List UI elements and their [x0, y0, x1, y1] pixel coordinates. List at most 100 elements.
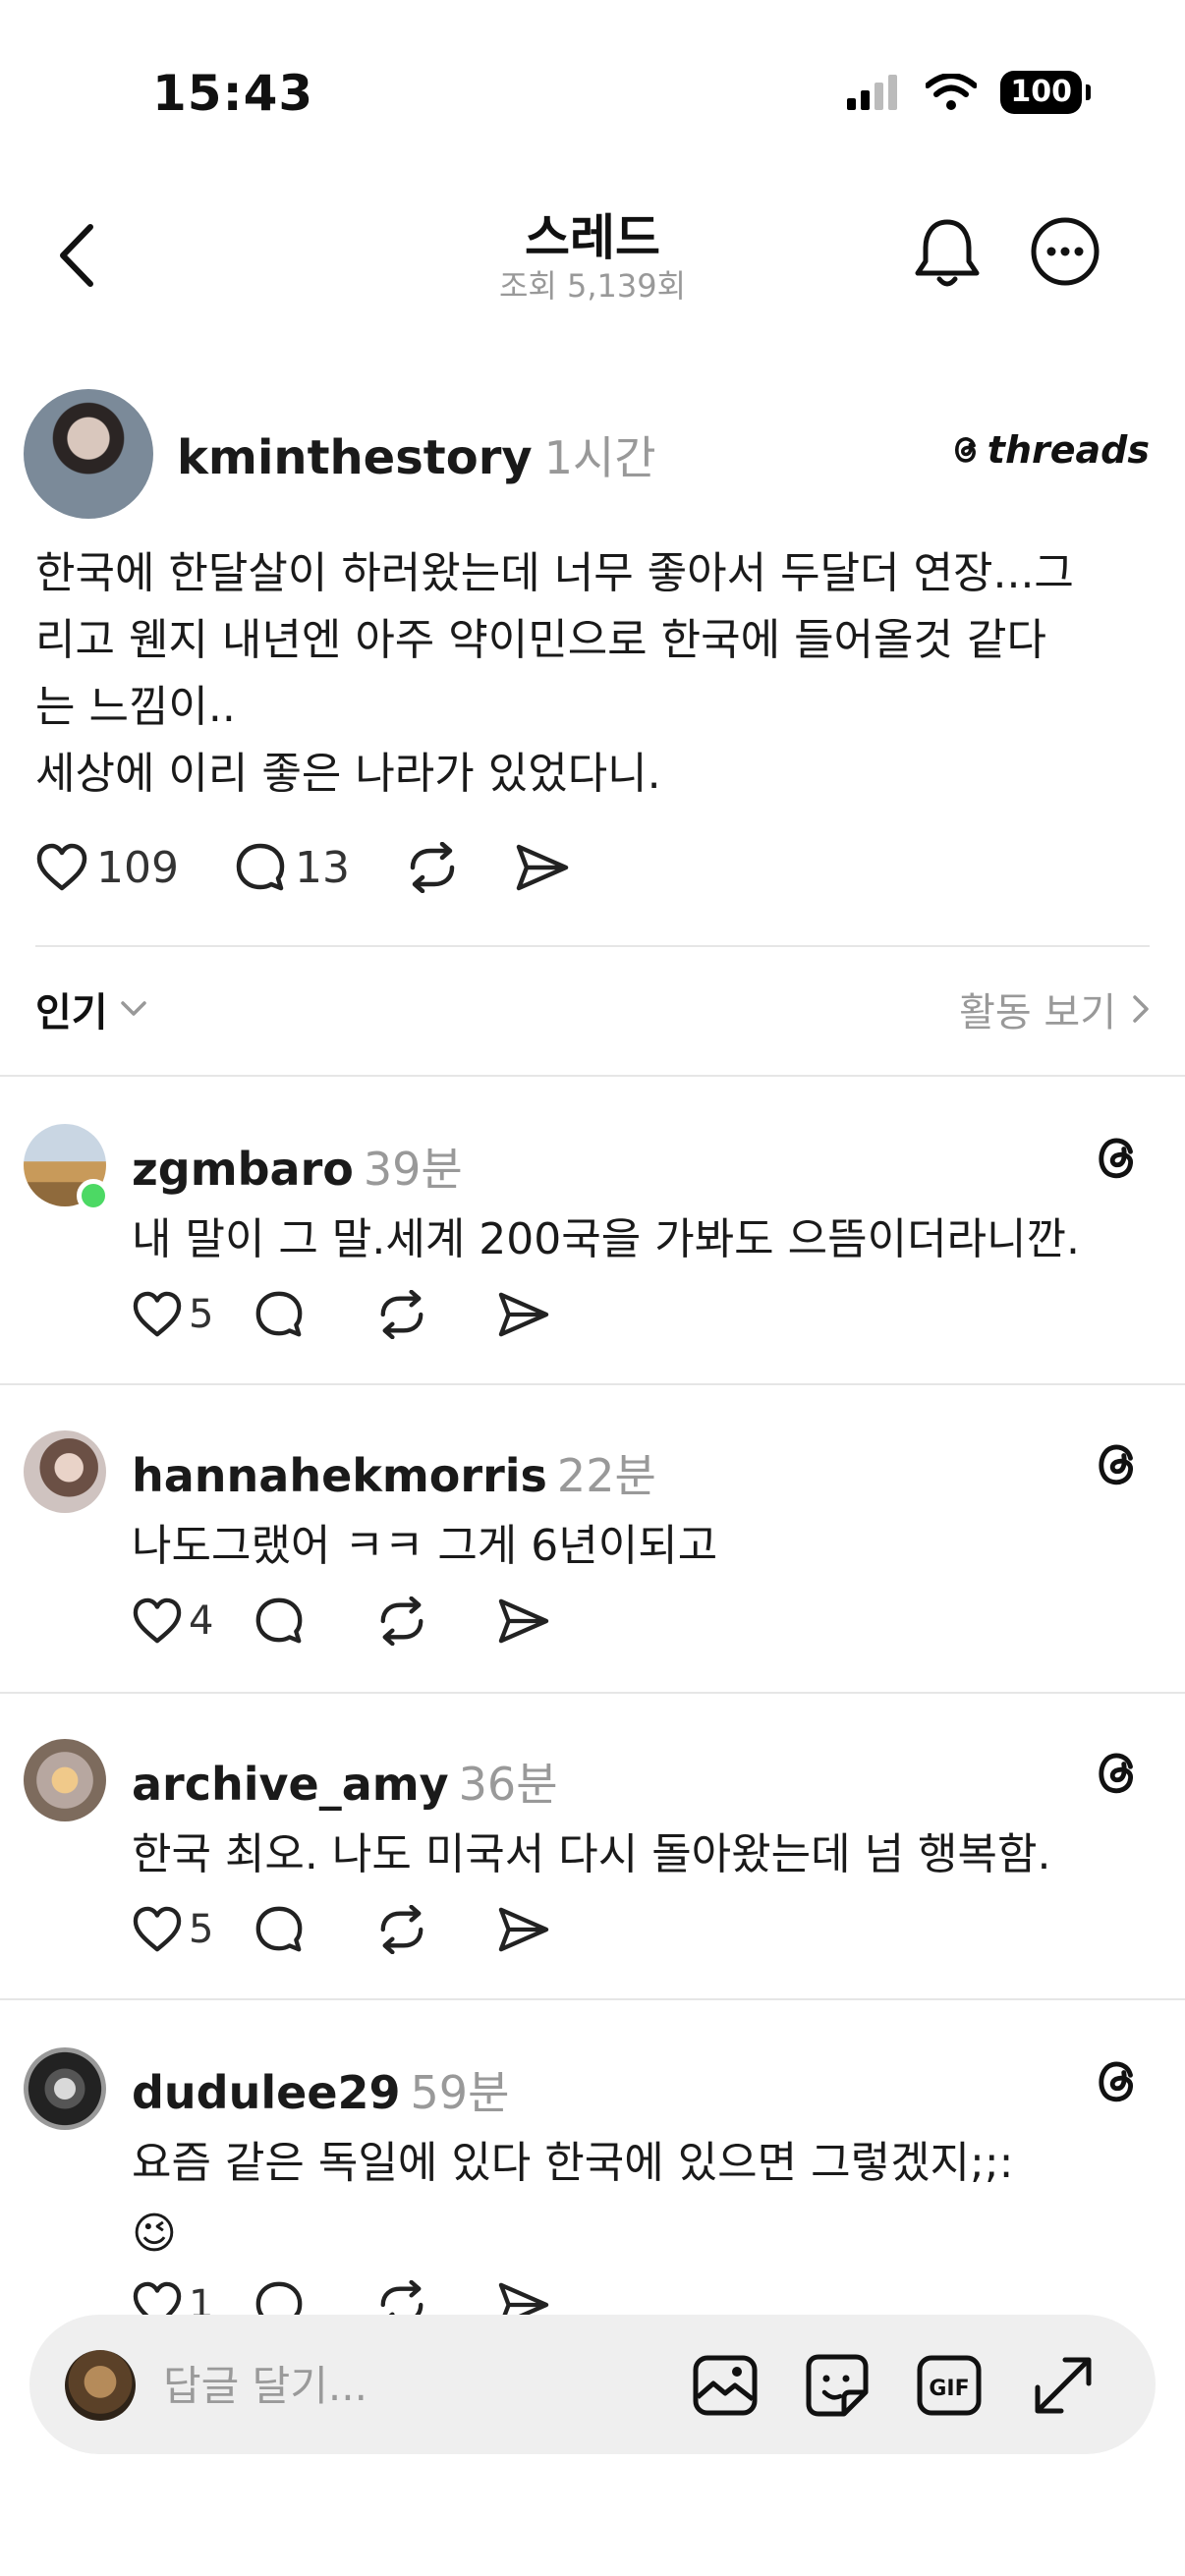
reply-username-text[interactable]: archive_amy	[132, 1758, 449, 1811]
header: 스레드 조회 5,139회	[0, 187, 1185, 324]
repost-icon	[380, 1290, 423, 1339]
reply-line: 요즘 같은 독일에 있다 한국에 있으면 그렇겠지;;:	[132, 2138, 1014, 2188]
comment-button[interactable]	[254, 1596, 375, 1647]
like-button[interactable]: 5	[132, 1906, 254, 1953]
more-options-button[interactable]	[1030, 216, 1100, 287]
comment-icon	[255, 1597, 303, 1644]
threads-icon	[1099, 1753, 1133, 1794]
threads-logo	[1091, 1132, 1144, 1189]
notification-button[interactable]	[912, 214, 983, 293]
comment-icon	[255, 2281, 303, 2315]
chevron-right-icon	[1133, 995, 1149, 1023]
threads-brand-logo: threads	[948, 428, 1150, 472]
share-button[interactable]	[497, 2281, 619, 2315]
sort-dropdown[interactable]: 인기	[35, 980, 147, 1037]
view-activity-link[interactable]: 활동 보기	[959, 980, 1150, 1037]
threads-icon	[1099, 1444, 1133, 1485]
heart-icon	[133, 2281, 182, 2315]
send-icon	[498, 1598, 549, 1644]
comment-button[interactable]	[254, 1904, 375, 1955]
reply-username[interactable]: hannahekmorris 22분	[132, 1440, 656, 1505]
reply-username[interactable]: zgmbaro 39분	[132, 1134, 463, 1199]
like-button[interactable]: 5	[132, 1291, 254, 1338]
repost-icon	[410, 842, 455, 893]
like-button[interactable]: 109	[35, 843, 179, 893]
cellular-signal-icon	[847, 75, 898, 110]
repost-button[interactable]	[375, 1290, 497, 1339]
reply-input[interactable]	[163, 2344, 635, 2427]
like-button[interactable]: 1	[132, 2281, 254, 2315]
reply-item: archive_amy 36분 한국 최오. 나도 미국서 다시 돌아왔는데 넘 …	[0, 1739, 1185, 1994]
avatar[interactable]	[24, 2047, 106, 2130]
sticker-button[interactable]	[796, 2344, 878, 2427]
avatar[interactable]	[24, 1430, 106, 1513]
comment-button[interactable]	[254, 2279, 375, 2315]
repost-button[interactable]	[375, 1596, 497, 1646]
heart-icon	[133, 1906, 182, 1952]
like-count: 5	[189, 1907, 214, 1952]
reply-username-text[interactable]: zgmbaro	[132, 1143, 354, 1196]
avatar[interactable]	[24, 389, 153, 519]
reply-username-text[interactable]: hannahekmorris	[132, 1449, 547, 1502]
avatar[interactable]	[24, 1739, 106, 1821]
gif-icon: GIF	[917, 2355, 982, 2416]
threads-icon	[954, 437, 976, 463]
online-status-dot	[77, 1179, 110, 1212]
reply-username[interactable]: dudulee29 59분	[132, 2057, 509, 2122]
reply-actions: 4	[132, 1596, 619, 1647]
reply-time: 59분	[410, 2066, 510, 2119]
attach-image-button[interactable]	[684, 2344, 766, 2427]
status-icons: 100	[847, 71, 1091, 114]
heart-icon	[36, 843, 87, 891]
share-button[interactable]	[515, 843, 570, 892]
status-time: 15:43	[152, 65, 314, 122]
repost-icon	[380, 1905, 423, 1954]
chevron-down-icon	[120, 1001, 146, 1016]
threads-wordmark: threads	[987, 428, 1150, 472]
like-count: 4	[189, 1598, 214, 1644]
share-button[interactable]	[497, 1597, 619, 1645]
post-username[interactable]: kminthestory 1시간	[177, 422, 656, 487]
comment-button[interactable]: 13	[234, 841, 350, 894]
repost-button[interactable]	[405, 842, 460, 893]
comment-icon	[236, 843, 285, 891]
repost-button[interactable]	[375, 1905, 497, 1954]
battery-indicator: 100	[1000, 71, 1091, 114]
post-line: 한국에 한달살이 하러왔는데 너무 좋아서 두달더 연장...그	[35, 548, 1074, 598]
share-button[interactable]	[497, 1906, 619, 1953]
reply-body: 한국 최오. 나도 미국서 다시 돌아왔는데 넘 행복함.	[132, 1820, 1154, 1890]
post-line: 세상에 이리 좋은 나라가 있었다니.	[35, 749, 661, 799]
bell-icon	[915, 219, 980, 287]
comment-button[interactable]	[254, 1289, 375, 1340]
reply-username[interactable]: archive_amy 36분	[132, 1749, 558, 1814]
divider	[0, 1692, 1185, 1694]
like-count: 109	[96, 842, 179, 893]
threads-icon	[1099, 2061, 1133, 2102]
reply-actions: 5	[132, 1904, 619, 1955]
like-button[interactable]: 4	[132, 1597, 254, 1645]
gif-button[interactable]: GIF	[908, 2344, 990, 2427]
avatar	[65, 2350, 136, 2421]
sticker-icon	[806, 2354, 869, 2417]
image-icon	[693, 2355, 758, 2416]
view-activity-label: 활동 보기	[959, 990, 1116, 1036]
more-icon	[1031, 217, 1100, 286]
divider	[35, 945, 1150, 947]
like-count: 1	[189, 2282, 214, 2315]
threads-logo	[1091, 2055, 1144, 2112]
like-count: 5	[189, 1292, 214, 1337]
expand-button[interactable]	[1022, 2344, 1104, 2427]
repost-button[interactable]	[375, 2280, 497, 2315]
expand-icon	[1035, 2357, 1092, 2414]
reply-line: 한국 최오. 나도 미국서 다시 돌아왔는데 넘 행복함.	[132, 1829, 1051, 1879]
share-button[interactable]	[497, 1291, 619, 1338]
reply-body: 내 말이 그 말.세계 200국을 가봐도 으뜸이더라니깐.	[132, 1204, 1154, 1275]
post-username-text[interactable]: kminthestory	[177, 430, 533, 485]
post-actions: 109 13	[35, 841, 625, 894]
send-icon	[516, 844, 569, 891]
comment-icon	[255, 1291, 303, 1337]
reply-time: 39분	[363, 1143, 463, 1196]
reply-username-text[interactable]: dudulee29	[132, 2066, 401, 2119]
reply-actions: 1	[132, 2279, 619, 2315]
threads-logo	[1091, 1438, 1144, 1495]
